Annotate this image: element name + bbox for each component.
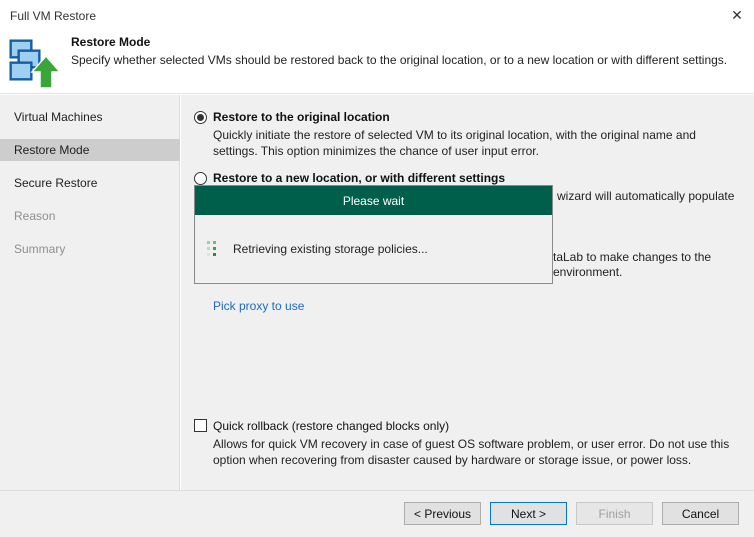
step-restore-mode[interactable]: Restore Mode (0, 139, 180, 161)
loading-spinner-icon (207, 241, 223, 257)
wizard-footer: < Previous Next > Finish Cancel (0, 490, 754, 537)
option-original-label[interactable]: Restore to the original location (213, 110, 390, 124)
next-button[interactable]: Next > (490, 502, 567, 525)
quick-rollback-desc-1: Allows for quick VM recovery in case of … (213, 437, 730, 451)
header-title: Restore Mode (71, 35, 151, 49)
option-original-desc-1: Quickly initiate the restore of selected… (213, 128, 696, 142)
option-new-desc-1: wizard will automatically populate (557, 189, 735, 203)
close-icon: ✕ (731, 6, 743, 23)
window-title: Full VM Restore (10, 9, 97, 23)
option-new-desc-2: taLab to make changes to the (553, 250, 712, 264)
close-button[interactable]: ✕ (720, 0, 754, 30)
radio-original-location[interactable] (194, 111, 207, 124)
step-virtual-machines[interactable]: Virtual Machines (0, 106, 180, 128)
please-wait-dialog: Please wait Retrieving existing storage … (194, 185, 553, 284)
option-new-label[interactable]: Restore to a new location, or with diffe… (213, 171, 505, 185)
pick-proxy-link[interactable]: Pick proxy to use (213, 299, 304, 313)
radio-new-location[interactable] (194, 172, 207, 185)
step-secure-restore[interactable]: Secure Restore (0, 172, 180, 194)
finish-button: Finish (576, 502, 653, 525)
header-description: Specify whether selected VMs should be r… (71, 53, 728, 67)
cancel-button[interactable]: Cancel (662, 502, 739, 525)
quick-rollback-desc-2: option when recovering from disaster cau… (213, 453, 692, 467)
please-wait-title: Please wait (195, 186, 552, 215)
quick-rollback-label[interactable]: Quick rollback (restore changed blocks o… (213, 418, 449, 434)
vm-restore-icon (9, 39, 62, 89)
title-bar: Full VM Restore ✕ (0, 0, 754, 30)
please-wait-message: Retrieving existing storage policies... (233, 242, 428, 256)
wizard-steps-sidebar: Virtual Machines Restore Mode Secure Res… (0, 95, 180, 490)
step-reason: Reason (14, 209, 56, 223)
please-wait-body: Retrieving existing storage policies... (207, 241, 428, 257)
quick-rollback-checkbox[interactable] (194, 419, 207, 432)
option-original-desc-2: settings. This option minimizes the chan… (213, 144, 539, 158)
option-new-desc-3: environment. (553, 265, 623, 279)
step-summary: Summary (14, 242, 66, 256)
previous-button[interactable]: < Previous (404, 502, 481, 525)
wizard-header: Restore Mode Specify whether selected VM… (0, 30, 754, 94)
